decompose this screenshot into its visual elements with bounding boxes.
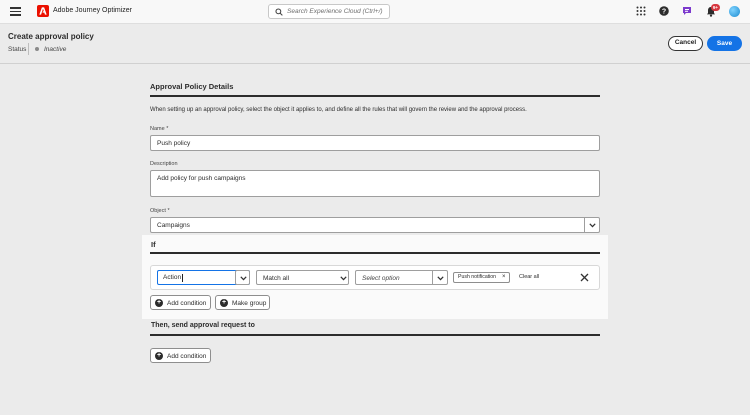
then-divider [150, 334, 600, 336]
then-add-condition-button[interactable]: + Add condition [150, 348, 211, 363]
if-divider [150, 252, 600, 254]
page-header: Create approval policy Status Inactive C… [0, 24, 750, 64]
match-select[interactable]: Match all [256, 270, 349, 285]
selected-tag: Push notification × [453, 272, 510, 283]
avatar[interactable] [729, 6, 740, 17]
description-value: Add policy for push campaigns [157, 175, 246, 182]
tag-label: Push notification [458, 274, 497, 280]
adobe-logo-icon[interactable] [37, 5, 49, 17]
status-value: Inactive [44, 46, 67, 53]
make-group-button[interactable]: + Make group [215, 295, 270, 310]
chevron-down-icon [340, 276, 347, 281]
match-select-value: Match all [263, 274, 290, 282]
condition-field-value: Action [163, 274, 182, 281]
remove-condition-icon[interactable] [580, 273, 589, 282]
search-placeholder: Search Experience Cloud (Ctrl+/) [287, 8, 383, 15]
search-icon [275, 8, 283, 16]
app-name: Adobe Journey Optimizer [53, 7, 132, 14]
status-divider [28, 43, 29, 55]
svg-text:?: ? [662, 9, 666, 16]
condition-field-dropdown-button[interactable] [235, 270, 250, 285]
search-input[interactable]: Search Experience Cloud (Ctrl+/) [268, 4, 390, 19]
add-icon: + [155, 352, 163, 360]
page-title: Create approval policy [8, 32, 94, 41]
status-dot [35, 47, 39, 51]
description-textarea[interactable]: Add policy for push campaigns [150, 170, 600, 197]
object-dropdown-button[interactable] [584, 218, 599, 232]
description-label: Description [150, 161, 178, 167]
help-icon[interactable]: ? [659, 6, 669, 16]
option-select-placeholder: Select option [362, 274, 400, 282]
tag-remove-icon[interactable]: × [502, 273, 506, 282]
section-divider [150, 95, 600, 97]
chevron-down-icon [589, 223, 596, 228]
option-select[interactable]: Select option [355, 270, 448, 285]
chevron-down-icon [239, 276, 247, 281]
then-title: Then, send approval request to [151, 322, 255, 329]
add-icon: + [155, 299, 163, 307]
name-field[interactable]: Push policy [150, 135, 600, 151]
notification-badge: 9+ [711, 4, 720, 11]
menu-icon[interactable] [10, 7, 21, 16]
object-select-value: Campaigns [157, 222, 190, 229]
name-label: Name * [150, 126, 169, 132]
top-nav-bar: Adobe Journey Optimizer Search Experienc… [0, 0, 750, 24]
object-select[interactable]: Campaigns [150, 217, 600, 233]
cancel-button[interactable]: Cancel [668, 36, 703, 51]
grid-icon[interactable] [636, 6, 646, 16]
section-description: When setting up an approval policy, sele… [150, 107, 527, 113]
add-condition-button[interactable]: + Add condition [150, 295, 211, 310]
chat-icon[interactable] [682, 6, 692, 16]
section-title-details: Approval Policy Details [150, 82, 234, 91]
if-title: If [151, 240, 156, 249]
add-icon: + [220, 299, 228, 307]
text-cursor [182, 274, 183, 282]
option-dropdown-button[interactable] [432, 271, 447, 284]
clear-all-link[interactable]: Clear all [519, 274, 539, 280]
object-label: Object * [150, 208, 170, 214]
name-field-value: Push policy [157, 140, 191, 147]
save-button[interactable]: Save [707, 36, 742, 51]
status-label: Status [8, 46, 27, 53]
chevron-down-icon [436, 275, 444, 280]
